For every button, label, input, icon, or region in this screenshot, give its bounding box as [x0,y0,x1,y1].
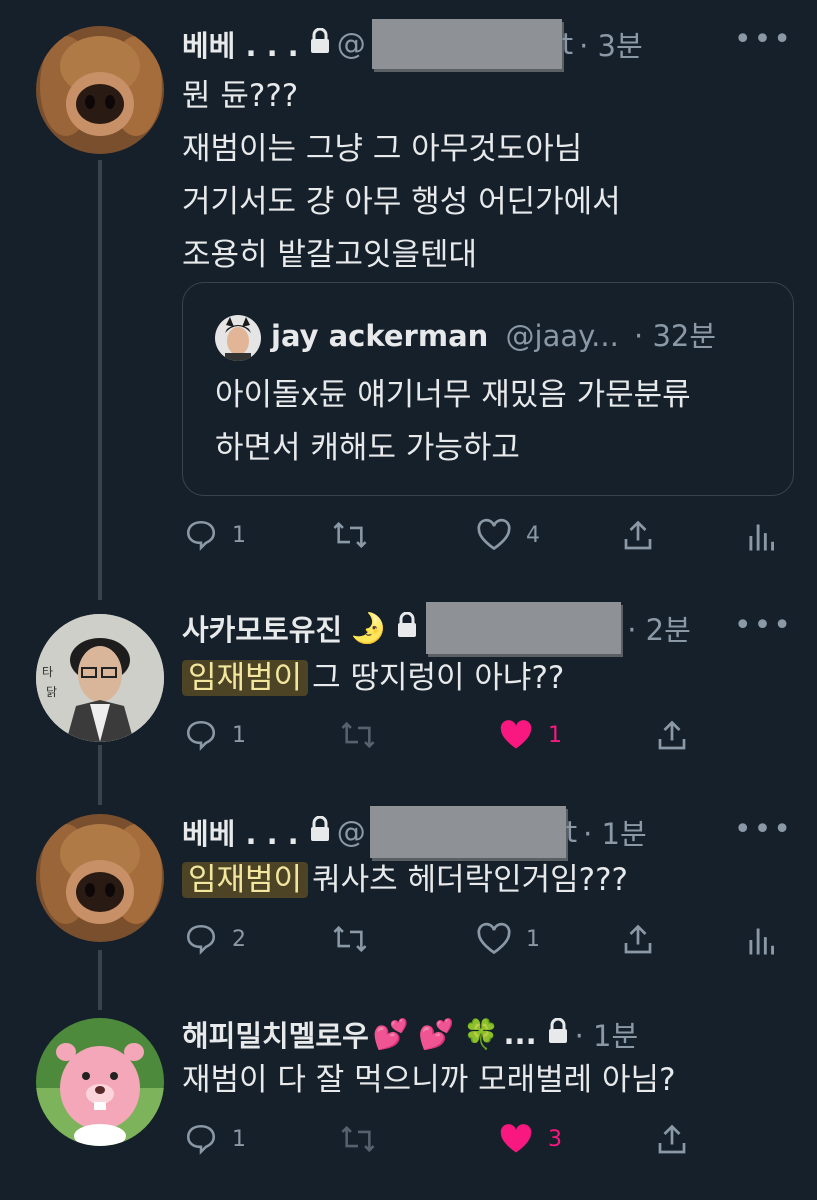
avatar[interactable]: 타 닭 [36,614,164,742]
reply-button[interactable]: 2 [184,922,246,956]
more-icon[interactable]: ••• [734,812,793,847]
tweet-header: 베베 . . . @ t · 3분 [182,19,643,69]
retweet-icon [333,925,367,953]
avatar[interactable] [36,26,164,154]
retweet-button[interactable] [330,518,370,552]
like-button[interactable]: 1 [498,718,562,752]
timestamp[interactable]: · 3분 [579,23,643,65]
retweet-icon [341,1125,375,1153]
analytics-icon [749,928,774,955]
like-button[interactable]: 3 [498,1122,562,1156]
like-count: 4 [526,522,540,548]
quote-tweet[interactable]: jay ackerman @jaay... · 32분 아이돌x듄 얘기너무 재… [182,282,794,496]
svg-text:닭: 닭 [46,685,57,699]
more-icon[interactable]: ••• [734,22,793,57]
tweet-header: 사카모토유진 🌛 · 2분 [182,602,691,654]
lock-icon [309,27,331,61]
reply-icon [186,1124,216,1155]
tweet[interactable]: 타 닭 사카모토유진 🌛 · 2분 ••• 임재범이 그 땅지렁이 아냐?? 1 … [0,590,817,790]
share-button[interactable] [654,718,690,754]
lock-icon [396,611,418,645]
reply-count: 2 [232,926,246,952]
like-icon [500,720,532,749]
like-count: 1 [526,926,540,952]
tweet-text: 임재범이 그 땅지렁이 아냐?? [182,652,564,705]
reply-button[interactable]: 1 [184,518,246,552]
display-name[interactable]: 해피밀치멜로우 [182,1013,369,1055]
like-icon [477,518,511,551]
lock-icon [547,1017,569,1051]
display-name[interactable]: 사카모토유진 [182,607,342,649]
reply-count: 1 [232,722,246,748]
tweet[interactable]: 베베 . . . @ t · 1분 ••• 임재범이 쿼사츠 헤더락인거임??? … [0,792,817,992]
quote-handle: @jaay... [505,319,619,353]
share-button[interactable] [654,1122,690,1158]
share-button[interactable] [620,518,656,554]
tweet-actions: 2 1 [182,922,787,962]
quote-display-name[interactable]: jay ackerman [271,319,488,353]
share-button[interactable] [620,922,656,958]
retweet-button[interactable] [330,922,370,956]
display-name[interactable]: 베베 . . . [182,811,299,853]
tweet-actions: 1 4 [182,518,787,558]
reply-icon [186,520,216,551]
retweet-icon [333,521,367,549]
reply-button[interactable]: 1 [184,1122,246,1156]
analytics-icon [749,524,774,551]
retweet-icon [341,721,375,749]
handle-suffix: t [561,27,574,61]
share-icon [624,520,652,550]
reply-button[interactable]: 1 [184,718,246,752]
like-count: 1 [548,722,562,748]
quote-avatar [215,315,261,361]
reply-count: 1 [232,1126,246,1152]
emoji: 🌛 [350,610,387,645]
like-icon [477,922,511,955]
like-button[interactable]: 1 [476,922,540,956]
share-icon [658,720,686,750]
reply-icon [186,924,216,955]
name-ellipsis: ... [503,1017,537,1051]
timestamp[interactable]: · 2분 [627,607,691,649]
reply-icon [186,720,216,751]
quote-text: 아이돌x듄 얘기너무 재밌음 가문분류 하면서 캐해도 가능하고 [215,377,691,466]
highlighted-text: 임재범이 [182,862,309,898]
tweet-text: 임재범이 쿼사츠 헤더락인거임??? [182,854,628,907]
tweet-actions: 1 1 [182,718,787,758]
avatar[interactable] [36,1018,164,1146]
display-name[interactable]: 베베 . . . [182,23,299,65]
avatar[interactable] [36,814,164,942]
reply-count: 1 [232,522,246,548]
quote-timestamp: · 32분 [634,319,717,353]
redacted-handle [369,806,566,858]
highlighted-text: 임재범이 [182,660,309,696]
emoji: 💕 💕 🍀 [372,1016,500,1051]
analytics-button[interactable] [748,922,774,958]
more-icon[interactable]: ••• [734,608,793,643]
handle-suffix: t [565,815,578,849]
svg-text:타: 타 [42,665,53,679]
like-button[interactable]: 4 [476,518,540,552]
tweet[interactable]: 베베 . . . @ t · 3분 ••• 뭔 듄??? 재범이는 그냥 그 아… [0,0,817,590]
retweet-button[interactable] [338,718,378,752]
tweet[interactable]: 해피밀치멜로우 💕 💕 🍀 ... · 1분 재범이 다 잘 먹으니까 모래벌레… [0,996,817,1200]
analytics-button[interactable] [748,518,774,554]
share-icon [624,924,652,954]
tweet-actions: 1 3 [182,1122,787,1162]
lock-icon [309,815,331,849]
tweet-header: 해피밀치멜로우 💕 💕 🍀 ... · 1분 [182,1014,638,1054]
retweet-button[interactable] [338,1122,378,1156]
like-icon [500,1124,532,1153]
share-icon [658,1124,686,1154]
timestamp[interactable]: · 1분 [575,1013,639,1055]
like-count: 3 [548,1126,562,1152]
redacted-handle [371,19,562,69]
tweet-header: 베베 . . . @ t · 1분 [182,806,647,858]
timestamp[interactable]: · 1분 [583,811,647,853]
redacted-handle [426,602,622,654]
tweet-text: 재범이 다 잘 먹으니까 모래벌레 아님? [182,1062,676,1098]
tweet-text: 뭔 듄??? 재범이는 그냥 그 아무것도아님 거기서도 걍 아무 행성 어딘가… [182,78,621,273]
